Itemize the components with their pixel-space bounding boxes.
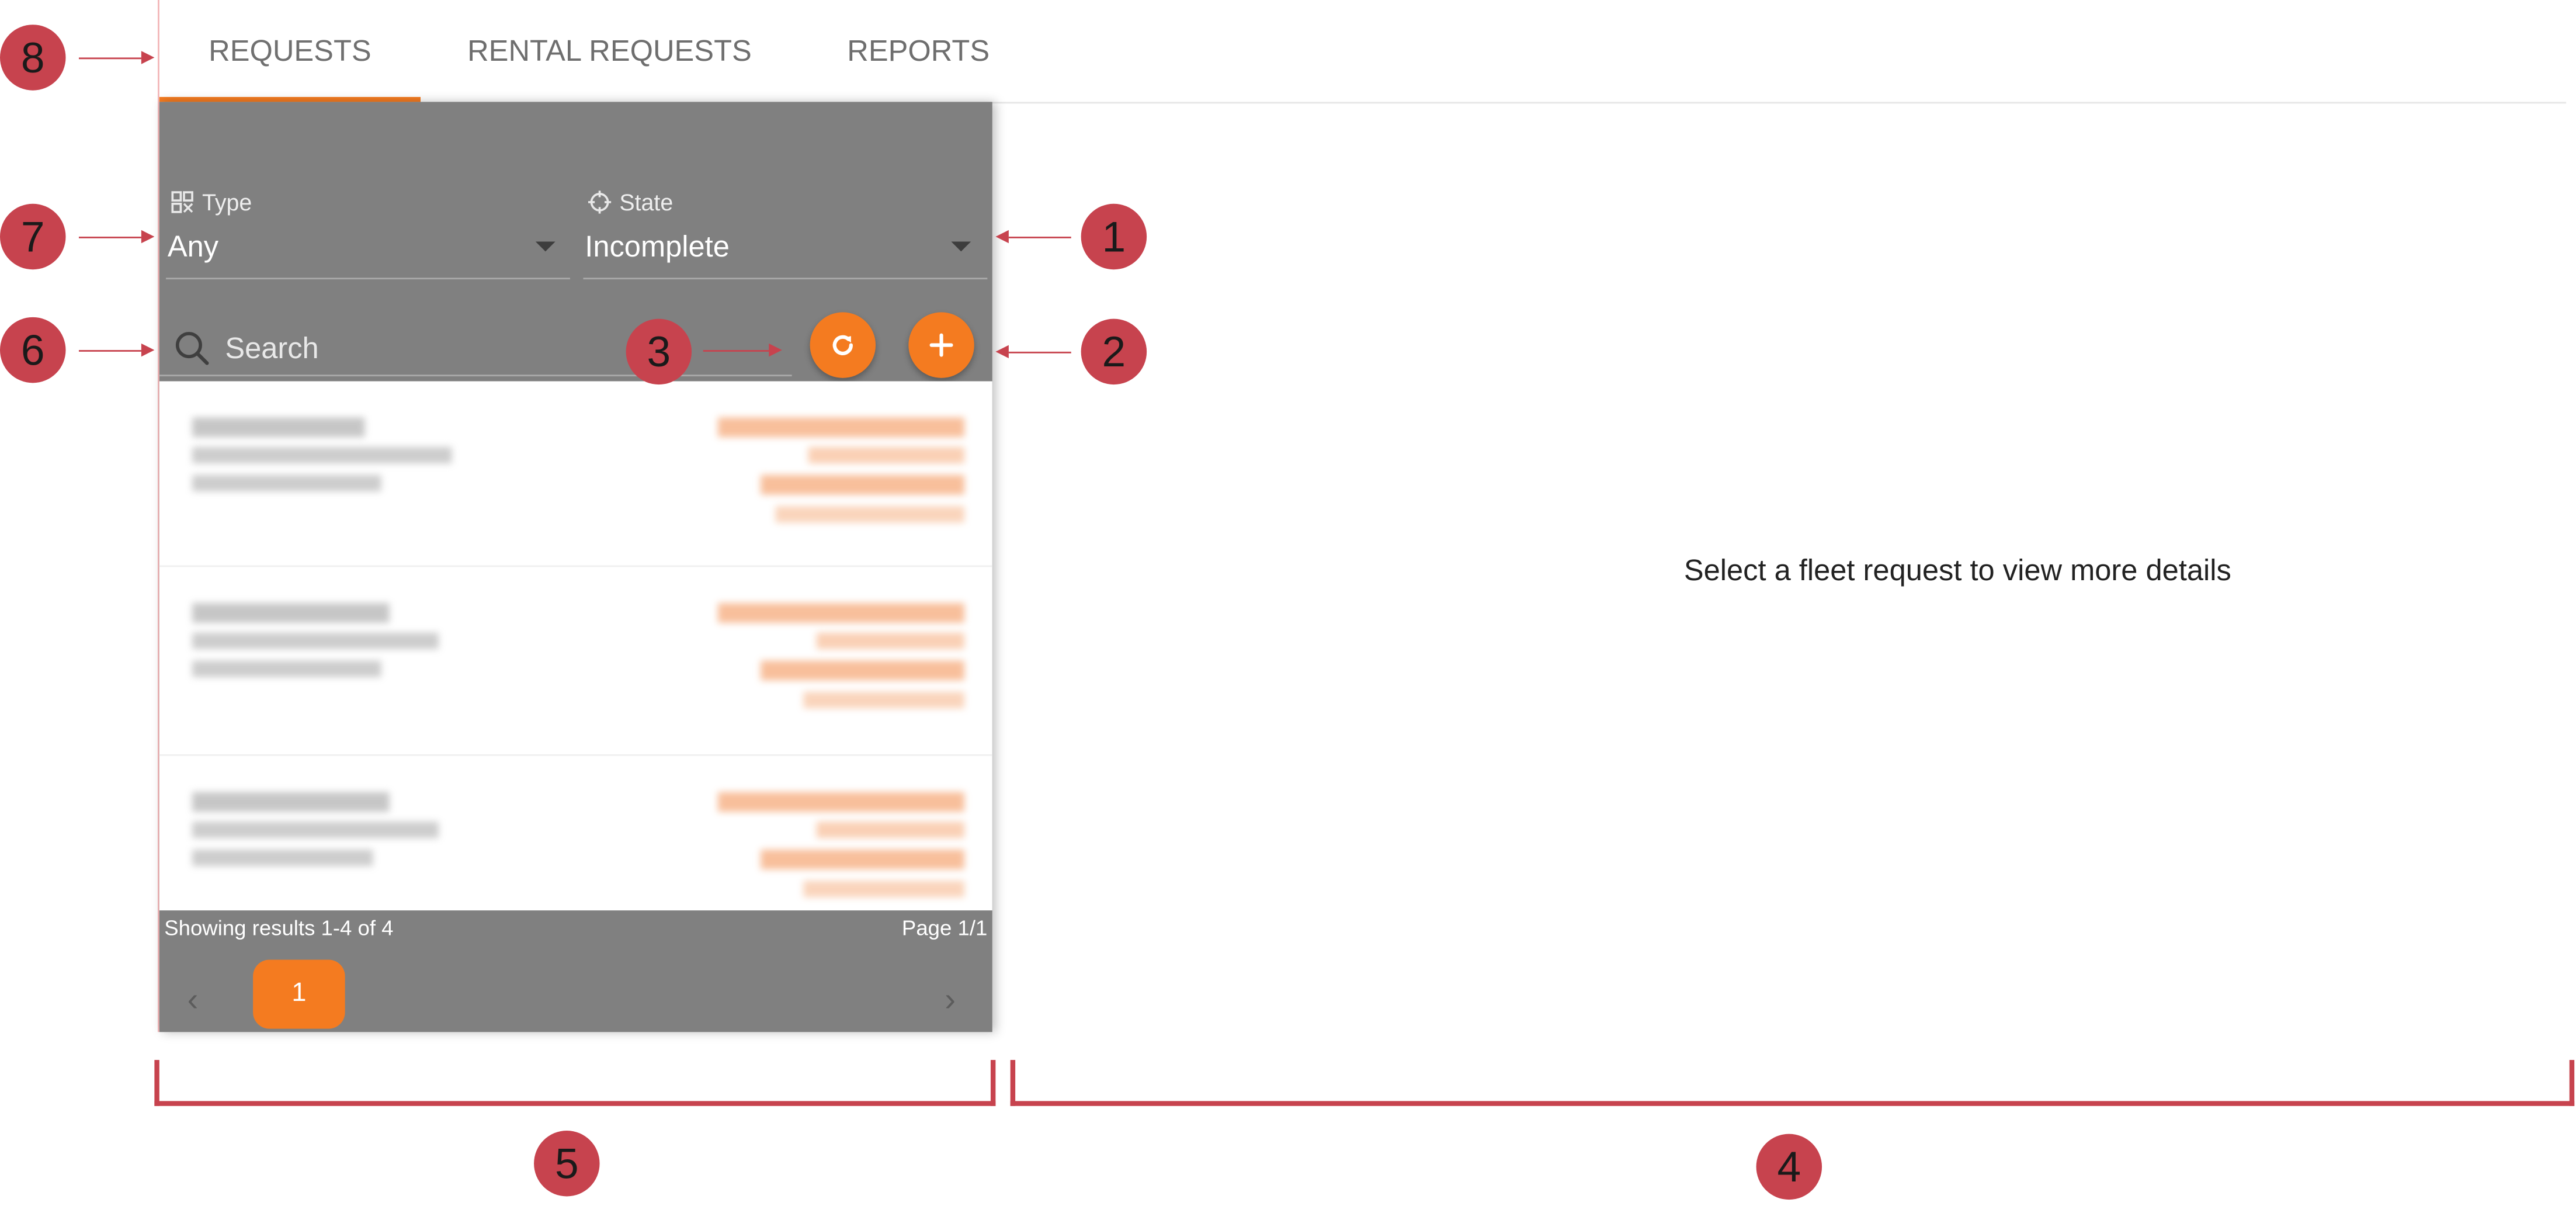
- state-select-underline: [583, 278, 988, 280]
- request-list: [159, 381, 992, 911]
- state-select[interactable]: Incomplete: [585, 230, 730, 265]
- annotation-badge-6: 6: [0, 317, 66, 383]
- tab-bar: REQUESTS RENTAL REQUESTS REPORTS: [159, 0, 2567, 104]
- annotation-arrow: [79, 57, 141, 60]
- tab-rental-requests[interactable]: RENTAL REQUESTS: [442, 0, 777, 102]
- annotation-bracket-list: [154, 1060, 996, 1106]
- list-item-status: [816, 632, 964, 649]
- annotation-arrowhead: [769, 343, 782, 357]
- refresh-button[interactable]: [810, 312, 876, 378]
- list-item-status: [775, 506, 964, 523]
- list-item-status: [761, 474, 964, 495]
- annotation-arrow: [79, 237, 141, 238]
- search-icon: [175, 332, 209, 365]
- page-indicator: Page 1/1: [901, 915, 988, 940]
- type-dropdown-caret-icon[interactable]: [535, 241, 556, 252]
- type-select[interactable]: Any: [168, 230, 218, 265]
- page-1-button[interactable]: 1: [253, 959, 345, 1029]
- list-item-status: [803, 881, 964, 897]
- app-screen: REQUESTS RENTAL REQUESTS REPORTS Type An…: [0, 0, 2576, 1206]
- list-item[interactable]: [159, 570, 992, 756]
- state-label-text: State: [619, 189, 673, 216]
- type-filter-label: Type: [171, 189, 252, 215]
- list-item-text: [192, 474, 381, 491]
- annotation-arrow: [1008, 237, 1071, 238]
- list-item-text: [192, 660, 381, 677]
- list-item-text: [192, 822, 439, 838]
- list-item-status: [803, 692, 964, 709]
- annotation-arrowhead: [995, 345, 1009, 359]
- tab-reports[interactable]: REPORTS: [820, 0, 1017, 102]
- search-input[interactable]: Search: [225, 332, 318, 366]
- list-item-status: [718, 792, 964, 812]
- type-label-text: Type: [202, 189, 252, 216]
- list-item-text: [192, 632, 439, 649]
- annotation-badge-8: 8: [0, 25, 66, 91]
- next-page-chevron-icon[interactable]: ›: [945, 983, 956, 1021]
- annotation-badge-1: 1: [1081, 203, 1147, 270]
- results-count: Showing results 1-4 of 4: [164, 915, 394, 940]
- crosshair-icon: [588, 190, 612, 214]
- list-item-text: [192, 447, 452, 464]
- annotation-arrow: [79, 350, 141, 352]
- annotation-arrowhead: [141, 51, 155, 64]
- state-dropdown-caret-icon[interactable]: [951, 241, 971, 252]
- refresh-icon: [832, 335, 853, 355]
- empty-detail-message: Select a fleet request to view more deta…: [1683, 553, 2231, 587]
- type-select-underline: [166, 278, 570, 280]
- list-item-status: [718, 603, 964, 623]
- annotation-badge-2: 2: [1081, 318, 1147, 385]
- list-item-status: [718, 417, 964, 438]
- annotation-badge-3: 3: [626, 318, 692, 385]
- search-underline: [159, 375, 792, 377]
- list-item-text: [192, 792, 390, 812]
- tab-requests[interactable]: REQUESTS: [159, 0, 421, 102]
- annotation-badge-7: 7: [0, 203, 66, 270]
- list-item-text: [192, 603, 390, 623]
- annotation-bracket-detail: [1010, 1060, 2575, 1106]
- annotation-arrowhead: [995, 230, 1009, 244]
- annotation-arrowhead: [141, 343, 155, 357]
- annotation-arrowhead: [141, 230, 155, 244]
- annotation-badge-5: 5: [534, 1131, 600, 1197]
- list-item-text: [192, 850, 373, 867]
- state-filter-label: State: [588, 189, 673, 215]
- list-item-status: [761, 660, 964, 681]
- prev-page-chevron-icon[interactable]: ‹: [188, 983, 199, 1021]
- list-item-text: [192, 417, 365, 438]
- list-item-status: [816, 822, 964, 838]
- add-request-button[interactable]: [908, 312, 974, 378]
- annotation-badge-4: 4: [1756, 1134, 1822, 1200]
- plus-icon: [929, 333, 953, 357]
- list-item-status: [761, 850, 964, 869]
- type-icon: [171, 191, 193, 213]
- annotation-arrow: [703, 350, 769, 352]
- annotation-arrow: [1008, 351, 1071, 354]
- requests-panel: Type Any State Incomplete Search Showing…: [159, 102, 992, 1032]
- list-item-status: [808, 447, 964, 464]
- list-item[interactable]: [159, 382, 992, 567]
